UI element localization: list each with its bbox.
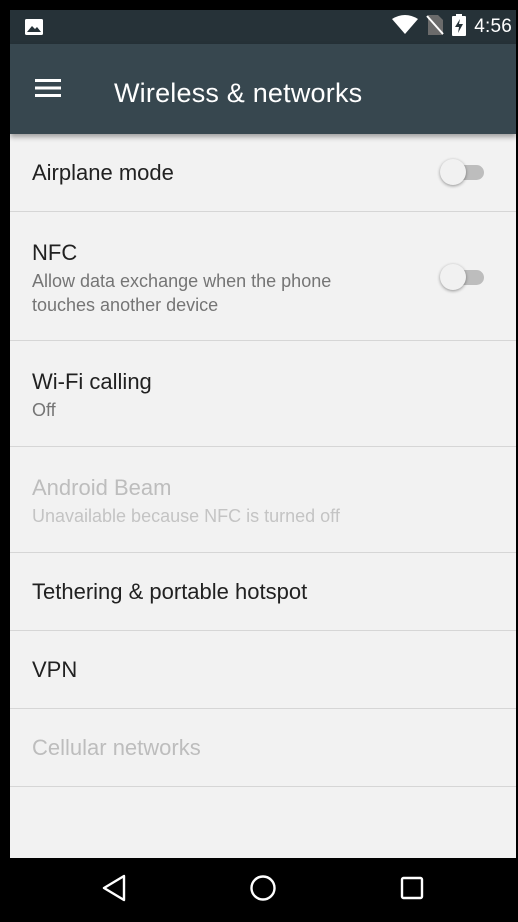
menu-icon — [35, 78, 61, 103]
setting-nfc[interactable]: NFC Allow data exchange when the phone t… — [10, 212, 516, 341]
setting-summary: Unavailable because NFC is turned off — [32, 506, 340, 526]
setting-title: NFC — [32, 240, 78, 265]
setting-title: Cellular networks — [32, 734, 201, 760]
status-icons: 4:56 — [392, 10, 512, 44]
settings-list: Airplane mode NFC Allow data exchange wh… — [10, 134, 516, 787]
battery-charging-icon — [452, 13, 467, 41]
setting-wifi-calling[interactable]: Wi-Fi calling Off — [10, 341, 516, 447]
setting-title: VPN — [32, 656, 78, 682]
home-icon — [249, 874, 277, 907]
setting-title: Android Beam — [32, 475, 172, 500]
setting-android-beam: Android Beam Unavailable because NFC is … — [10, 447, 516, 553]
image-notification-icon — [24, 18, 44, 36]
setting-title: Airplane mode — [32, 159, 174, 185]
menu-button[interactable] — [28, 72, 68, 108]
setting-cellular-networks: Cellular networks — [10, 709, 516, 787]
setting-tethering-hotspot[interactable]: Tethering & portable hotspot — [10, 553, 516, 631]
toggle-thumb — [440, 159, 466, 185]
screen: 4:56 Wireless & networks Airplane mode N… — [10, 10, 516, 922]
back-icon — [101, 874, 127, 907]
recents-icon — [400, 876, 424, 905]
home-button[interactable] — [243, 870, 283, 910]
status-time: 4:56 — [474, 16, 512, 37]
page-title: Wireless & networks — [114, 78, 363, 108]
setting-vpn[interactable]: VPN — [10, 631, 516, 709]
recents-button[interactable] — [392, 870, 432, 910]
toggle-thumb — [440, 264, 466, 290]
navigation-bar — [10, 858, 516, 922]
setting-title: Wi-Fi calling — [32, 369, 152, 394]
nfc-toggle[interactable] — [440, 263, 486, 291]
wifi-icon — [392, 14, 419, 40]
airplane-mode-toggle[interactable] — [440, 158, 486, 186]
setting-title: Tethering & portable hotspot — [32, 578, 308, 604]
status-bar: 4:56 — [10, 10, 516, 44]
no-sim-icon — [426, 14, 444, 40]
app-bar: Wireless & networks — [10, 44, 516, 134]
setting-airplane-mode[interactable]: Airplane mode — [10, 134, 516, 212]
setting-summary: Allow data exchange when the phone touch… — [32, 271, 332, 315]
setting-summary: Off — [32, 400, 56, 420]
device-frame: 4:56 Wireless & networks Airplane mode N… — [0, 0, 518, 922]
back-button[interactable] — [94, 870, 134, 910]
